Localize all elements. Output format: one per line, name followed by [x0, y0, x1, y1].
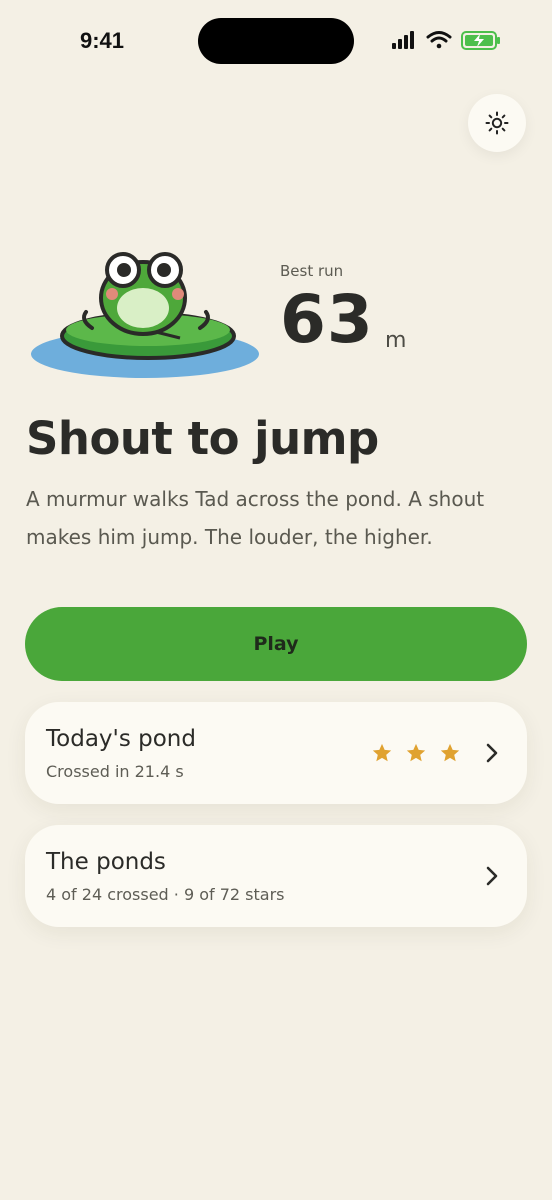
best-run-value: 63 — [280, 281, 374, 358]
todays-pond-title: Today's pond — [46, 726, 196, 752]
star-icon — [440, 743, 460, 762]
home-screen: 9:41 Best run 63 m Shout to jump A murmu… — [0, 0, 552, 1200]
todays-pond-subtitle: Crossed in 21.4 s — [46, 762, 184, 781]
status-time: 9:41 — [80, 28, 125, 53]
todays-pond-card[interactable]: Today's pond Crossed in 21.4 s — [25, 702, 527, 804]
the-ponds-title: The ponds — [46, 849, 166, 875]
the-ponds-subtitle: 4 of 24 crossed · 9 of 72 stars — [46, 885, 285, 904]
the-ponds-card[interactable]: The ponds 4 of 24 crossed · 9 of 72 star… — [25, 825, 527, 927]
theme-toggle-button[interactable] — [468, 94, 526, 152]
star-icon — [372, 743, 392, 762]
play-button[interactable]: Play — [25, 607, 527, 681]
status-icons — [392, 31, 500, 50]
best-run-label: Best run — [280, 262, 344, 280]
chevron-right-icon — [486, 866, 498, 886]
best-run-unit: m — [385, 328, 407, 353]
star-rating — [371, 742, 461, 764]
sun-icon — [485, 111, 509, 135]
cellular-signal-icon — [392, 31, 414, 49]
chevron-right-icon — [486, 743, 498, 763]
status-bar: 9:41 — [0, 0, 552, 84]
wifi-icon — [426, 31, 452, 49]
frog-on-lily-pad-icon — [31, 252, 259, 378]
page-title: Shout to jump — [26, 412, 379, 465]
battery-charging-icon — [461, 31, 500, 50]
star-icon — [406, 743, 426, 762]
dynamic-island — [198, 18, 354, 64]
game-description: A murmur walks Tad across the pond. A sh… — [26, 487, 485, 549]
